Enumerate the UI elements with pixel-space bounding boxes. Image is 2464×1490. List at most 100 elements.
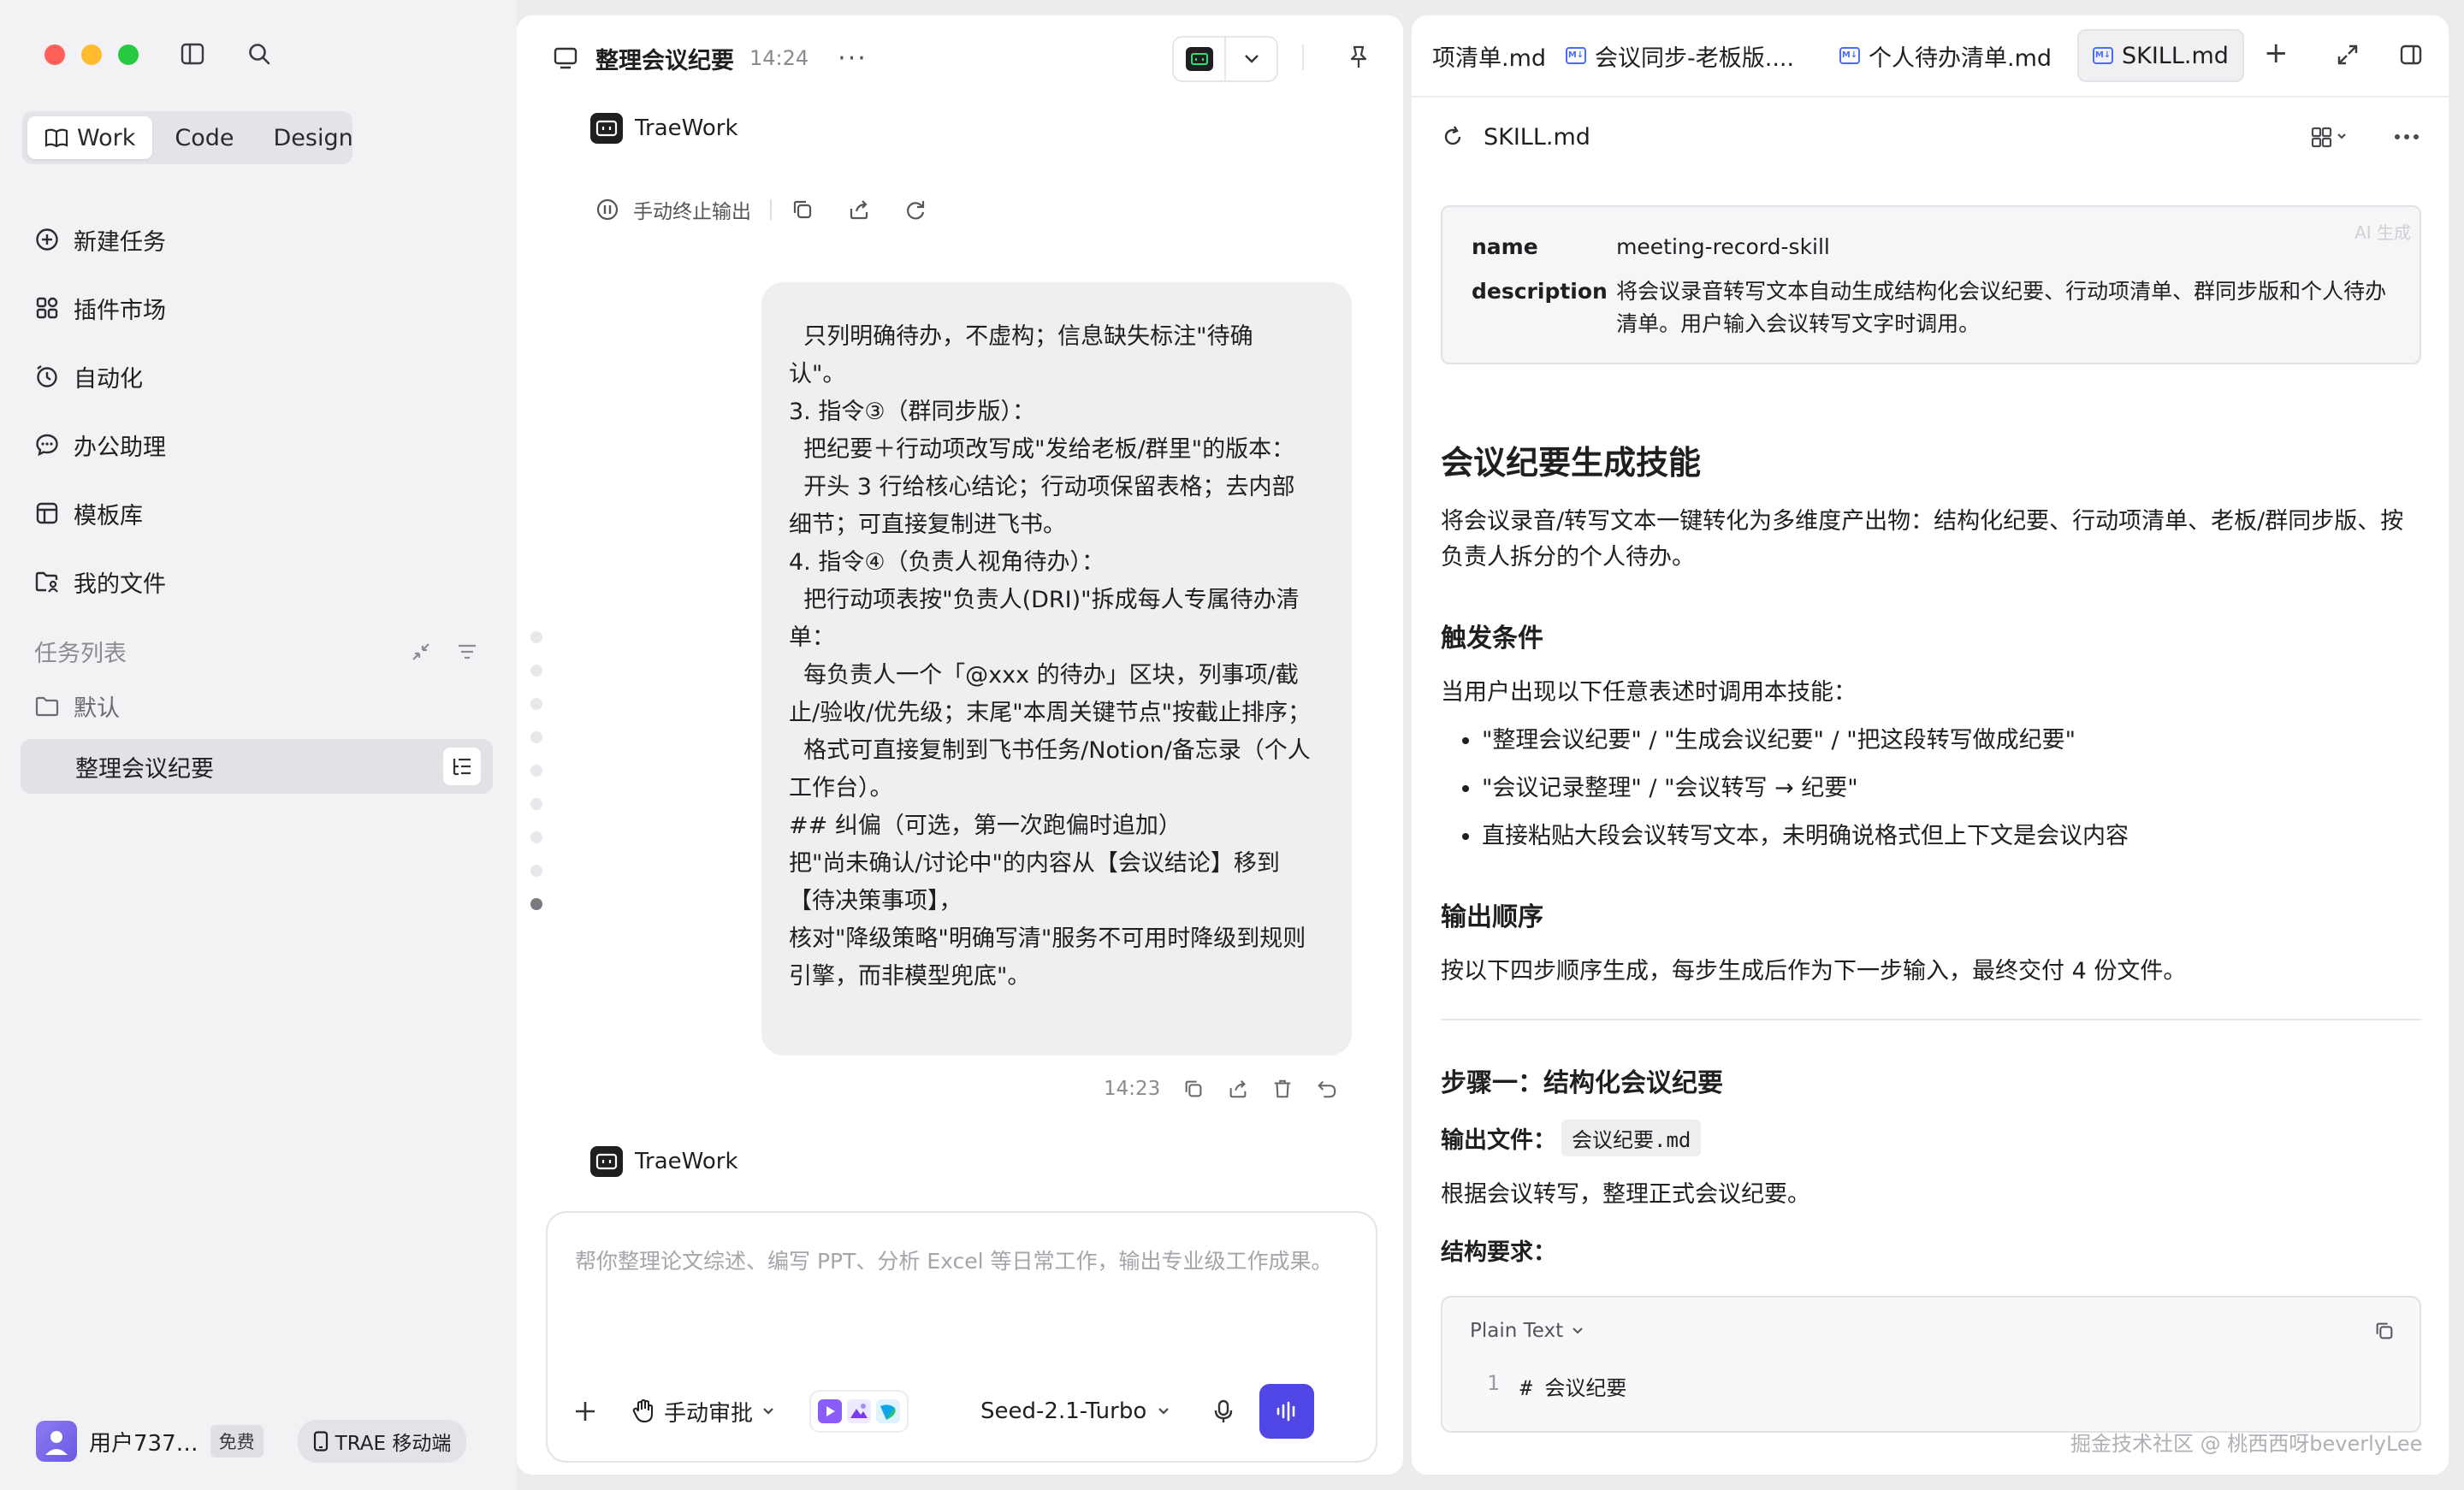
- tab-file-action-list[interactable]: 项清单.md: [1432, 29, 1546, 82]
- message-line: 把行动项表按"负责人(DRI)"拆成每人专属待办清: [789, 587, 1300, 613]
- mobile-app-button[interactable]: TRAE 移动端: [297, 1420, 467, 1463]
- sidebar-item-automation[interactable]: 自动化: [34, 342, 496, 411]
- doc-title: 会议纪要生成技能: [1441, 444, 1702, 482]
- markdown-file-icon: M↓: [1839, 47, 1860, 64]
- markdown-preview: AI 生成 name meeting-record-skill descript…: [1441, 205, 2421, 1433]
- folder-label: 默认: [74, 695, 120, 722]
- tab-file-personal-todo[interactable]: M↓ 个人待办清单.md: [1839, 29, 2052, 82]
- mode-code-tab[interactable]: Code: [157, 116, 251, 159]
- filter-icon[interactable]: [455, 640, 479, 664]
- frontmatter-row: description 将会议录音转写文本自动生成结构化会议纪要、行动项清单、群…: [1472, 275, 2390, 340]
- ai-generated-watermark: AI 生成: [2354, 222, 2411, 243]
- avatar[interactable]: [36, 1421, 77, 1462]
- traework-logo-icon: [590, 1146, 623, 1177]
- model-selector[interactable]: Seed-2.1-Turbo: [980, 1398, 1170, 1424]
- line-text: # 会议纪要: [1519, 1376, 1627, 1400]
- sidebar-item-new-task[interactable]: 新建任务: [34, 205, 496, 274]
- message-line: 认"。: [789, 361, 846, 387]
- output-actions: 手动终止输出: [595, 195, 927, 224]
- mode-work-label: Work: [77, 124, 136, 151]
- sidebar-item-label: 我的文件: [74, 571, 166, 598]
- chevron-down-icon: [761, 1406, 775, 1416]
- task-item-active[interactable]: 整理会议纪要: [21, 739, 493, 794]
- message-time: 14:23: [1104, 1078, 1161, 1100]
- media-tools[interactable]: [809, 1390, 909, 1433]
- agent-logo-icon: [1185, 47, 1213, 71]
- more-options-icon[interactable]: [2394, 133, 2420, 141]
- undo-icon[interactable]: [1316, 1078, 1338, 1100]
- share-icon[interactable]: [847, 198, 871, 222]
- frontmatter-key: name: [1472, 234, 1538, 259]
- tab-label: 项清单.md: [1432, 44, 1547, 72]
- monitor-icon: [553, 46, 578, 70]
- chevron-down-icon[interactable]: [1243, 53, 1260, 65]
- copy-icon[interactable]: [791, 198, 814, 222]
- microphone-icon[interactable]: [1213, 1398, 1234, 1424]
- plus-icon[interactable]: [568, 1394, 602, 1428]
- image-tool-icon[interactable]: [847, 1399, 872, 1423]
- task-list-title: 任务列表: [34, 641, 127, 667]
- agent-selector[interactable]: [1172, 36, 1278, 82]
- user-name[interactable]: 用户737…: [89, 1426, 198, 1457]
- voice-send-button[interactable]: [1259, 1384, 1315, 1439]
- refresh-icon[interactable]: [903, 198, 927, 222]
- message-line: 格式可直接复制到飞书任务/Notion/备忘录（个人: [789, 737, 1311, 764]
- view-mode-icon[interactable]: [2310, 125, 2351, 149]
- output-file-line: 输出文件： 会议纪要.md: [1441, 1120, 2421, 1156]
- share-icon[interactable]: [1227, 1078, 1249, 1100]
- close-window-button[interactable]: [44, 44, 65, 65]
- composer-input[interactable]: 帮你整理论文综述、编写 PPT、分析 Excel 等日常工作，输出专业级工作成果…: [575, 1244, 1345, 1280]
- frontmatter-table: AI 生成 name meeting-record-skill descript…: [1441, 205, 2421, 364]
- tab-file-boss-sync[interactable]: M↓ 会议同步-老板版....: [1566, 29, 1794, 82]
- sidebar-item-templates[interactable]: 模板库: [34, 479, 496, 547]
- trash-icon[interactable]: [1271, 1078, 1294, 1100]
- structure-label: 结构要求：: [1441, 1239, 1556, 1266]
- doc-intro: 将会议录音/转写文本一键转化为多维度产出物：结构化纪要、行动项清单、老板/群同步…: [1441, 508, 2404, 571]
- section-heading-trigger: 触发条件: [1441, 624, 1543, 653]
- message-navigator[interactable]: [530, 631, 542, 910]
- mode-work-tab[interactable]: Work: [27, 116, 153, 159]
- search-icon[interactable]: [246, 41, 274, 68]
- stop-output-button[interactable]: 手动终止输出: [633, 195, 751, 224]
- tab-file-skill[interactable]: M↓ SKILL.md: [2077, 29, 2244, 82]
- video-tool-icon[interactable]: [818, 1399, 843, 1423]
- sidebar-toggle-icon[interactable]: [180, 41, 207, 68]
- reload-icon[interactable]: [1441, 125, 1465, 149]
- file-path: SKILL.md: [1484, 123, 1590, 151]
- zoom-window-button[interactable]: [118, 44, 139, 65]
- minimize-window-button[interactable]: [81, 44, 102, 65]
- code-language-label: Plain Text: [1470, 1320, 1564, 1342]
- code-language-selector[interactable]: Plain Text: [1470, 1320, 1584, 1342]
- sidebar-item-plugin-market[interactable]: 插件市场: [34, 274, 496, 342]
- more-options-icon[interactable]: ···: [838, 44, 868, 74]
- design-tool-icon[interactable]: [876, 1399, 901, 1423]
- traework-logo-icon: [590, 113, 623, 144]
- collapse-icon[interactable]: [409, 640, 433, 664]
- chat-bubble-icon: [34, 432, 60, 458]
- sidebar-item-office-assistant[interactable]: 办公助理: [34, 411, 496, 479]
- folder-default[interactable]: 默认: [34, 689, 120, 723]
- mode-design-tab[interactable]: Design: [257, 116, 370, 159]
- message-line: 4. 指令④（负责人视角待办）：: [789, 549, 1105, 576]
- frontmatter-value: meeting-record-skill: [1616, 234, 1830, 259]
- sidebar-item-my-files[interactable]: 我的文件: [34, 547, 496, 616]
- expand-icon[interactable]: [2336, 43, 2360, 67]
- message-composer[interactable]: 帮你整理论文综述、编写 PPT、分析 Excel 等日常工作，输出专业级工作成果…: [546, 1211, 1377, 1463]
- task-outline-icon[interactable]: [443, 748, 481, 785]
- add-tab-button[interactable]: +: [2264, 36, 2289, 70]
- stop-icon[interactable]: [595, 198, 619, 222]
- panel-toggle-icon[interactable]: [2399, 43, 2423, 67]
- window-controls: [44, 44, 139, 65]
- copy-icon[interactable]: [1182, 1078, 1205, 1100]
- message-line: 只列明确待办，不虚构；信息缺失标注"待确: [789, 323, 1253, 350]
- code-line: 1 # 会议纪要: [1487, 1371, 1626, 1401]
- approval-mode-label: 手动审批: [664, 1400, 754, 1427]
- plan-badge: 免费: [210, 1425, 264, 1457]
- approval-mode-dropdown[interactable]: 手动审批: [631, 1396, 775, 1428]
- copy-icon[interactable]: [2373, 1320, 2396, 1342]
- pin-icon[interactable]: [1347, 44, 1371, 70]
- book-icon: [44, 127, 68, 148]
- alarm-clock-icon: [34, 364, 60, 389]
- frontmatter-row: name meeting-record-skill: [1472, 231, 2390, 263]
- list-item: "会议记录整理" / "会议转写 → 纪要": [1482, 771, 2421, 807]
